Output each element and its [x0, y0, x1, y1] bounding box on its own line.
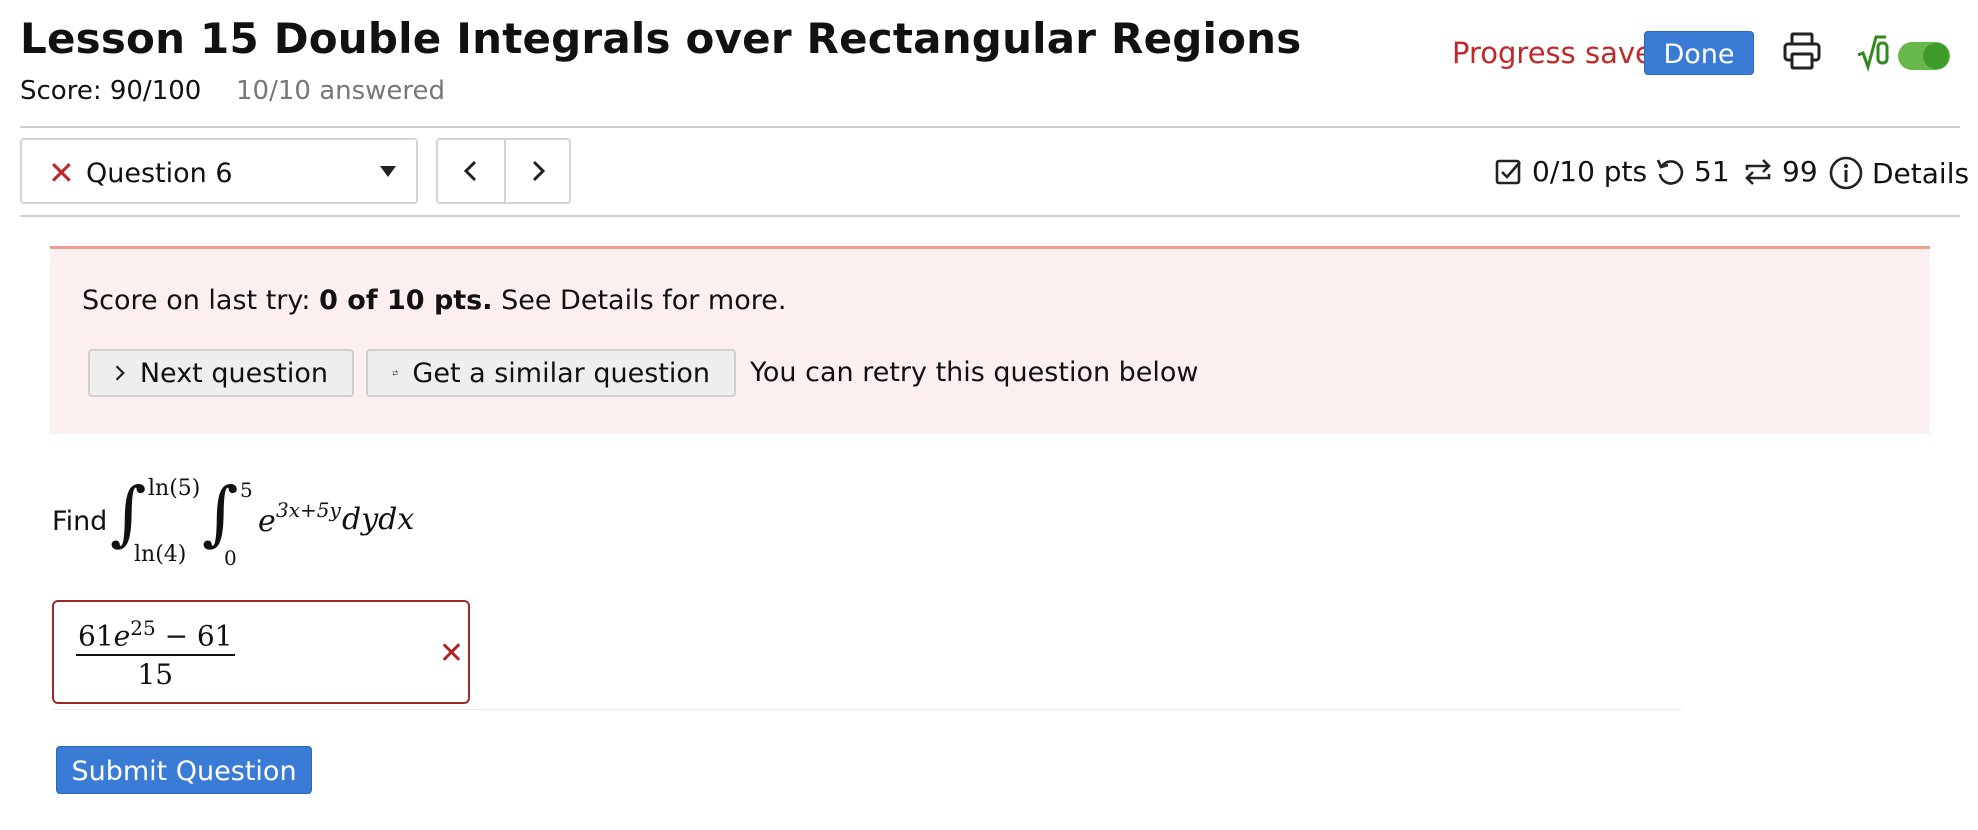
printer-icon[interactable] [1780, 30, 1824, 74]
inner-lower-limit: 0 [224, 546, 237, 570]
answered-count: 10/10 answered [236, 76, 446, 106]
attempts-stat: 51 [1654, 155, 1730, 188]
undo-icon [1656, 158, 1684, 185]
score-prefix: Score on last try: [82, 285, 320, 316]
answer-numerator: 61e25 − 61 [76, 616, 235, 657]
outer-lower-limit: ln(4) [134, 542, 187, 567]
similar-question-button[interactable]: Get a similar question [366, 349, 736, 397]
numerator-rest: − 61 [155, 619, 233, 653]
question-select-label: Question 6 [86, 158, 233, 189]
sqrt-0-icon[interactable] [1856, 33, 1902, 73]
inner-integral-sign: ∫ [202, 472, 239, 554]
score-text: Score: 90/100 [20, 76, 202, 106]
details-button[interactable]: Details [1828, 155, 1969, 191]
integrand-exponent: 3x+5y [276, 498, 341, 522]
similar-question-label: Get a similar question [412, 357, 710, 389]
outer-integral-sign: ∫ [110, 472, 147, 554]
differentials: dydx [342, 502, 415, 537]
progress-saved-status: Progress saved [1452, 36, 1672, 70]
close-icon: ✕ [48, 154, 75, 192]
next-question-arrow-button[interactable] [505, 140, 571, 202]
checkbox-icon [1495, 159, 1521, 184]
page-title: Lesson 15 Double Integrals over Rectangu… [20, 14, 1302, 63]
integrand-base: e [258, 504, 276, 539]
points-stat: 0/10 pts [1494, 155, 1647, 188]
repeat-icon [392, 370, 398, 376]
retry-hint: You can retry this question below [750, 357, 1199, 388]
caret-down-icon [380, 166, 396, 177]
incorrect-icon: ✕ [438, 636, 464, 671]
questionbar-divider [20, 215, 1960, 217]
feedback-panel: Score on last try: 0 of 10 pts. See Deta… [50, 246, 1930, 434]
header-divider [20, 126, 1960, 128]
previous-question-button[interactable] [438, 140, 506, 202]
score-suffix: See Details for more. [492, 285, 787, 316]
question-select[interactable]: ✕ Question 6 [20, 138, 418, 204]
answer-divider [52, 709, 1682, 710]
question-nav [436, 138, 571, 204]
chevron-right-icon [532, 160, 546, 182]
similar-value: 99 [1782, 155, 1818, 188]
question-prefix: Find [52, 506, 108, 537]
details-label: Details [1872, 156, 1970, 190]
numerator-coef: 61 [78, 619, 114, 653]
chevron-left-icon [463, 160, 477, 182]
outer-upper-limit: ln(5) [148, 476, 201, 501]
numerator-exponent: 25 [130, 616, 156, 640]
toggle-knob [1923, 43, 1949, 69]
answer-input[interactable]: 61e25 − 61 15 ✕ [52, 600, 470, 704]
answer-denominator: 15 [137, 658, 174, 692]
next-question-label: Next question [139, 357, 328, 389]
next-question-button[interactable]: Next question [88, 349, 354, 397]
points-value: 0/10 pts [1532, 155, 1648, 188]
math-display-toggle[interactable] [1898, 42, 1950, 70]
numerator-base: e [113, 619, 131, 653]
attempts-value: 51 [1694, 155, 1730, 188]
score-bold: 0 of 10 pts. [319, 285, 493, 316]
done-button[interactable]: Done [1644, 31, 1754, 75]
info-icon [1829, 156, 1863, 190]
similar-stat: 99 [1742, 155, 1818, 188]
repeat-icon [1745, 158, 1771, 185]
answer-fraction: 61e25 − 61 15 [76, 616, 235, 691]
last-try-score: Score on last try: 0 of 10 pts. See Deta… [82, 285, 786, 316]
inner-upper-limit: 5 [240, 478, 253, 502]
chevron-right-icon [115, 365, 125, 381]
submit-question-button[interactable]: Submit Question [56, 746, 312, 794]
